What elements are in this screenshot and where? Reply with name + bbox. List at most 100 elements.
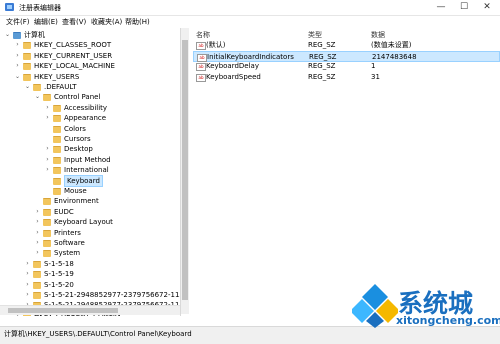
folder-icon [23,63,31,71]
folder-icon [43,219,51,227]
folder-icon [43,198,51,206]
tree-node-label: Printers [54,228,81,237]
tree-node-label: HKEY_LOCAL_MACHINE [34,62,115,71]
folder-icon [53,125,61,133]
chevron-right-icon[interactable]: › [24,269,31,279]
folder-icon [33,84,41,91]
chevron-right-icon[interactable]: › [44,155,51,165]
tree-node-label: Software [54,239,85,247]
folder-icon [53,146,61,154]
column-header-data[interactable]: 数据 [371,30,385,40]
tree-node-label: S-1-5-21-2948852977-2379756672-1154024 [44,291,180,299]
chevron-down-icon[interactable]: ⌄ [14,72,21,82]
value-data: 31 [371,72,380,81]
tree-node-label: Control Panel [54,93,101,102]
tree-node-label: Appearance [64,114,107,123]
title-bar: 注册表编辑器 — ☐ ✕ [0,0,500,16]
chevron-right-icon[interactable]: › [14,40,21,50]
status-path: 计算机\HKEY_USERS\.DEFAULT\Control Panel\Ke… [4,330,192,338]
tree-node-label: .DEFAULT [44,83,77,91]
menu-file[interactable]: 文件(F) [6,17,30,27]
folder-icon [33,271,41,279]
folder-icon [33,281,41,289]
value-type: REG_SZ [309,52,337,61]
value-name: InitialKeyboardIndicators [207,52,294,61]
watermark: 系统城 xitongcheng.com [350,280,500,340]
value-row[interactable]: ab KeyboardDelay REG_SZ 1 [193,61,498,71]
key-tree: ⌄ 计算机 › HKEY_CLASSES_ROOT › HKEY_CURRENT_USER… [0,28,181,316]
string-value-icon: ab [196,42,206,50]
column-header-name[interactable]: 名称 [196,30,210,40]
value-row[interactable]: ab (默认) REG_SZ (数值未设置) [193,40,498,50]
folder-icon [23,73,31,81]
chevron-right-icon[interactable]: › [44,165,51,175]
value-name: KeyboardDelay [206,62,259,70]
tree-node-label: HKEY_CURRENT_USER [34,51,113,60]
scroll-thumb[interactable] [182,40,188,300]
menu-edit[interactable]: 编辑(E) [34,17,58,27]
value-data: 1 [371,62,376,70]
tree-node-label: Environment [54,197,99,206]
folder-icon [33,260,41,268]
value-data: 2147483648 [372,52,417,61]
chevron-down-icon[interactable]: ⌄ [34,92,41,102]
chevron-right-icon[interactable]: › [34,228,41,238]
folder-icon [43,208,51,216]
chevron-right-icon[interactable]: › [24,280,31,290]
folder-icon [53,136,61,143]
tree-node-label: Accessibility [64,103,108,112]
tree-node-label: Desktop [64,145,93,154]
tree-horizontal-scrollbar[interactable] [0,305,180,315]
value-type: REG_SZ [308,72,336,81]
chevron-right-icon[interactable]: › [34,217,41,227]
folder-icon [23,52,31,60]
folder-icon [53,167,61,175]
folder-icon [53,104,61,112]
chevron-right-icon[interactable]: › [44,113,51,123]
value-list: 名称 类型 数据 ab (默认) REG_SZ (数值未设置) ab InitialKey… [193,28,500,316]
folder-icon [33,292,41,299]
menu-view[interactable]: 查看(V) [62,17,86,27]
value-row[interactable]: ab KeyboardSpeed REG_SZ 31 [193,72,498,82]
scroll-thumb[interactable] [8,308,118,313]
string-value-icon: ab [196,63,206,71]
tree-node-label: EUDC [54,207,74,216]
column-header-type[interactable]: 类型 [308,30,322,40]
xitongcheng-logo-icon [352,284,398,328]
watermark-site: xitongcheng.com [396,314,500,327]
minimize-button[interactable]: — [430,0,452,15]
chevron-right-icon[interactable]: › [24,259,31,269]
menu-help[interactable]: 帮助(H) [125,17,150,27]
folder-icon [43,94,51,102]
string-value-icon: ab [196,73,206,82]
folder-icon [23,42,31,50]
tree-vertical-scrollbar[interactable] [181,28,189,314]
chevron-right-icon[interactable]: › [34,248,41,258]
tree-node-label: 计算机 [24,31,45,39]
chevron-down-icon[interactable]: ⌄ [24,82,31,92]
window-title: 注册表编辑器 [19,4,61,12]
tree-node-label: S-1-5-19 [44,270,74,279]
menu-favorites[interactable]: 收藏夹(A) [91,17,122,27]
tree-node-label: Cursors [64,135,91,143]
folder-icon [43,250,51,258]
tree-node-label: Keyboard [64,174,103,187]
tree-node-label: Mouse [64,187,87,195]
folder-icon [53,115,61,123]
chevron-right-icon[interactable]: › [14,51,21,61]
close-button[interactable]: ✕ [476,0,498,15]
chevron-right-icon[interactable]: › [34,238,41,248]
chevron-right-icon[interactable]: › [14,61,21,71]
maximize-button[interactable]: ☐ [453,0,475,15]
tree-node-label: S-1-5-20 [44,280,74,289]
value-name: KeyboardSpeed [206,72,261,81]
chevron-right-icon[interactable]: › [44,103,51,113]
chevron-down-icon[interactable]: ⌄ [4,30,11,40]
folder-icon [53,177,61,185]
chevron-right-icon[interactable]: › [24,290,31,300]
computer-icon [13,32,21,39]
value-row[interactable]: ab InitialKeyboardIndicators REG_SZ 2147483… [193,50,500,62]
chevron-right-icon[interactable]: › [34,207,41,217]
folder-icon [53,156,61,164]
chevron-right-icon[interactable]: › [44,144,51,154]
